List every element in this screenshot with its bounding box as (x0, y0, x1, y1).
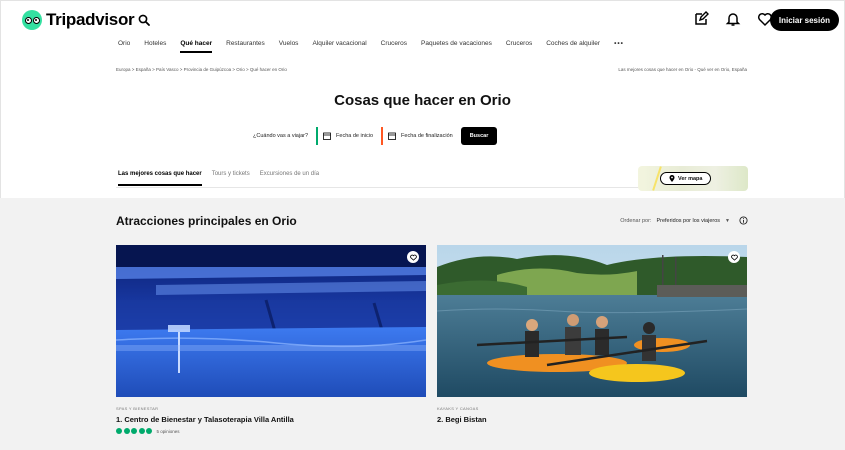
brand-name: Tripadvisor (46, 10, 135, 29)
rating-bubble-icon (123, 428, 130, 434)
travel-question: ¿Cuándo vas a viajar? (253, 133, 309, 139)
nav-item-things-to-do[interactable]: Qué hacer (180, 40, 212, 53)
breadcrumb[interactable]: Europa > España > País Vasco > Provincia… (116, 67, 287, 72)
nav-item-flights[interactable]: Vuelos (279, 40, 299, 53)
top-header: Tripadvisor Iniciar sesión (0, 0, 845, 40)
attraction-card[interactable]: KAYAKS Y CANOAS 2. Begi Bistan (437, 245, 747, 424)
tab-day-trips[interactable]: Excursiones de un día (260, 171, 319, 186)
nav-item-vacation-packages[interactable]: Paquetes de vacaciones (421, 40, 492, 53)
view-map-button[interactable]: Ver mapa (660, 172, 712, 185)
attraction-category: KAYAKS Y CANOAS (437, 406, 479, 411)
date-search-row: ¿Cuándo vas a viajar? Fecha de inicio Fe… (253, 127, 498, 145)
save-heart-button[interactable] (407, 251, 419, 263)
calendar-icon (323, 132, 331, 140)
kayak-river-image (437, 245, 747, 397)
nav-more-button[interactable]: ••• (614, 40, 624, 53)
save-heart-button[interactable] (728, 251, 740, 263)
attraction-photo[interactable] (437, 245, 747, 397)
search-icon[interactable] (138, 14, 150, 26)
map-preview[interactable]: Ver mapa (638, 166, 748, 191)
tripadvisor-logo[interactable]: Tripadvisor (22, 10, 135, 30)
calendar-icon (388, 132, 396, 140)
start-date-label: Fecha de inicio (336, 133, 374, 139)
end-date-field[interactable]: Fecha de finalización (381, 127, 453, 145)
nav-item-cruises-2[interactable]: Cruceros (506, 40, 532, 53)
start-date-field[interactable]: Fecha de inicio (316, 127, 373, 145)
rating-bubble-icon (116, 428, 122, 434)
nav-item-cruises[interactable]: Cruceros (381, 40, 407, 53)
nav-item-orio[interactable]: Orio (118, 40, 130, 53)
nav-item-vacation-rentals[interactable]: Alquiler vacacional (312, 40, 366, 53)
attraction-category: SPAS Y BIENESTAR (116, 406, 159, 411)
review-count[interactable]: 5 opiniones (157, 429, 180, 434)
attraction-name[interactable]: 1. Centro de Bienestar y Talasoterapia V… (116, 415, 426, 424)
page-subtitle: Las mejores cosas que hacer en Orio - Qu… (618, 67, 747, 72)
nav-item-hotels[interactable]: Hoteles (144, 40, 166, 53)
main-nav: Orio Hoteles Qué hacer Restaurantes Vuel… (118, 40, 624, 53)
sort-control[interactable]: Ordenar por: Preferidos por los viajeros… (620, 216, 748, 225)
rating-bubble-icon (131, 428, 137, 434)
section-title: Atracciones principales en Orio (116, 214, 297, 228)
search-button[interactable]: Buscar (460, 127, 498, 145)
owl-logo-icon (22, 10, 42, 30)
heart-icon (730, 254, 738, 261)
page-title: Cosas que hacer en Orio (334, 92, 511, 109)
nav-item-car-rentals[interactable]: Coches de alquiler (546, 40, 600, 53)
tab-best-things[interactable]: Las mejores cosas que hacer (118, 171, 202, 186)
rating-bubble-icon (146, 428, 152, 434)
caret-down-icon[interactable]: ▼ (725, 218, 730, 224)
heart-icon (409, 254, 417, 261)
tab-tours-tickets[interactable]: Tours y tickets (212, 171, 250, 186)
sort-label: Ordenar por: (620, 217, 652, 224)
view-map-label: Ver mapa (678, 175, 703, 182)
rating-bubbles: 5 opiniones (116, 428, 426, 434)
attractions-section: Atracciones principales en Orio Ordenar … (0, 198, 845, 450)
attraction-photo[interactable] (116, 245, 426, 397)
category-tabs: Las mejores cosas que hacer Tours y tick… (118, 171, 319, 186)
attraction-card[interactable]: SPAS Y BIENESTAR 1. Centro de Bienestar … (116, 245, 426, 434)
sort-value[interactable]: Preferidos por los viajeros (656, 218, 720, 224)
info-icon[interactable] (739, 216, 748, 225)
login-button[interactable]: Iniciar sesión (769, 9, 839, 31)
spa-pool-image (116, 245, 426, 397)
end-date-label: Fecha de finalización (401, 133, 453, 139)
nav-item-restaurants[interactable]: Restaurantes (226, 40, 265, 53)
bell-icon[interactable] (725, 11, 741, 27)
edit-icon[interactable] (693, 11, 709, 27)
attraction-name[interactable]: 2. Begi Bistan (437, 415, 747, 424)
rating-bubble-icon (138, 428, 145, 434)
map-pin-icon (669, 175, 675, 182)
